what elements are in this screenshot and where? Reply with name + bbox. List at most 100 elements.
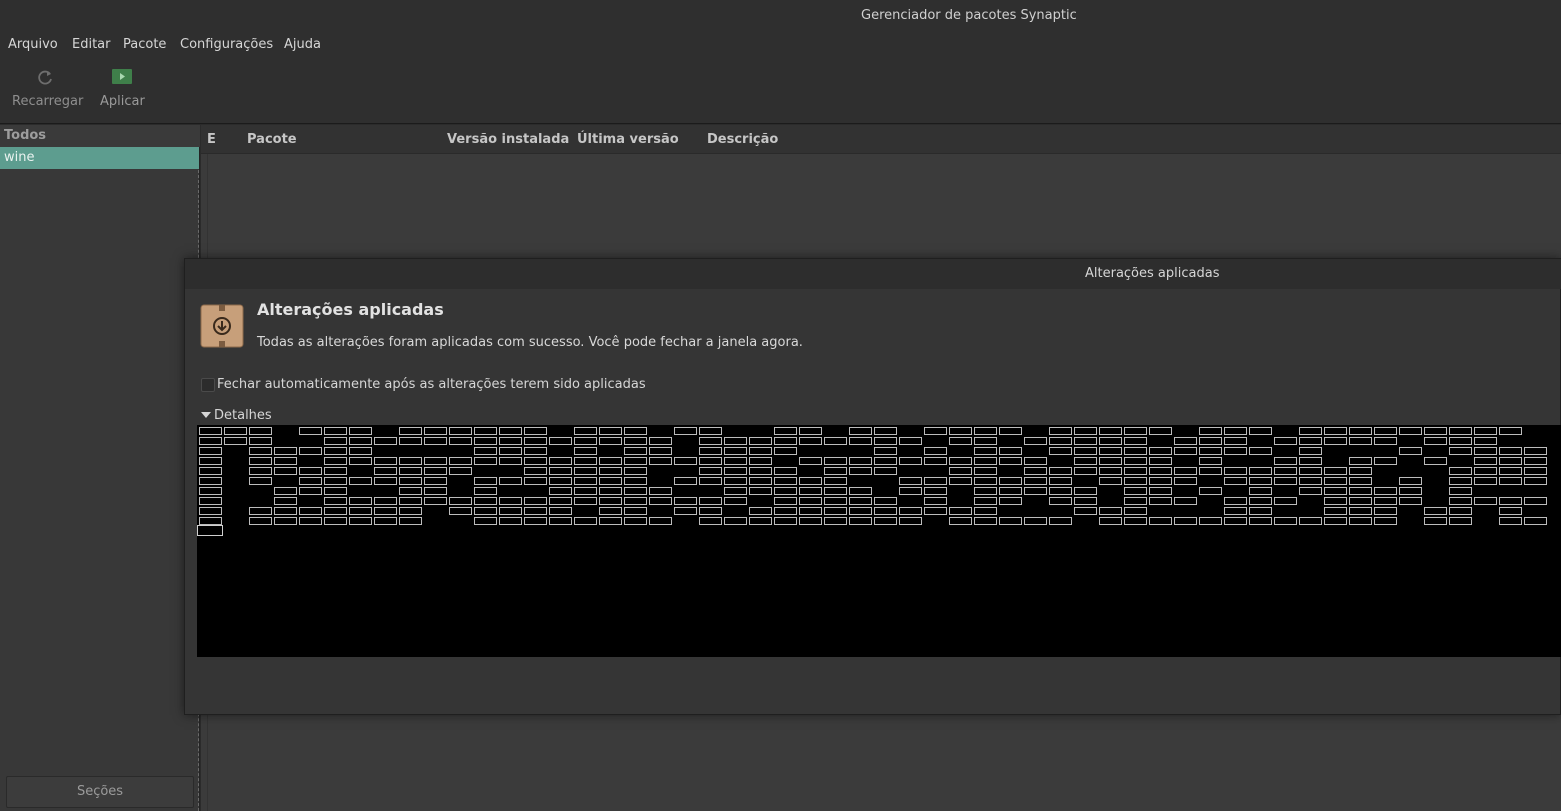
terminal-glyph: [1199, 467, 1222, 475]
terminal-glyph: [1249, 467, 1272, 475]
terminal-glyph: [699, 437, 722, 445]
terminal-glyph: [599, 487, 622, 495]
menu-configuracoes[interactable]: Configurações: [180, 37, 273, 52]
terminal-glyph: [1224, 447, 1247, 455]
auto-close-label[interactable]: Fechar automaticamente após as alteraçõe…: [217, 377, 646, 392]
terminal-glyph: [499, 427, 522, 435]
terminal-glyph: [1449, 497, 1472, 505]
terminal-glyph: [724, 497, 747, 505]
terminal-glyph: [274, 457, 297, 465]
terminal-glyph: [949, 467, 972, 475]
details-expander[interactable]: Detalhes: [201, 408, 272, 423]
terminal-glyph: [1149, 457, 1172, 465]
terminal-glyph: [1499, 497, 1522, 505]
terminal-glyph: [774, 477, 797, 485]
terminal-glyph: [824, 487, 847, 495]
terminal-glyph: [1324, 507, 1347, 515]
terminal-glyph: [549, 507, 572, 515]
terminal-glyph: [1349, 457, 1372, 465]
sidebar-item-wine[interactable]: wine: [0, 147, 199, 169]
dialog-message: Todas as alterações foram aplicadas com …: [257, 335, 803, 350]
terminal-glyph: [1049, 427, 1072, 435]
terminal-glyph: [724, 437, 747, 445]
terminal-glyph: [1324, 487, 1347, 495]
terminal-glyph: [624, 437, 647, 445]
terminal-glyph: [1174, 497, 1197, 505]
terminal-glyph: [1124, 427, 1147, 435]
terminal-glyph: [824, 517, 847, 525]
terminal-glyph: [199, 437, 222, 445]
terminal-glyph: [349, 477, 372, 485]
terminal-glyph: [1349, 467, 1372, 475]
terminal-glyph: [1124, 497, 1147, 505]
terminal-glyph: [1074, 447, 1097, 455]
terminal-glyph: [799, 507, 822, 515]
column-status[interactable]: E: [207, 132, 216, 147]
terminal-glyph: [474, 427, 497, 435]
terminal-glyph: [924, 477, 947, 485]
terminal-glyph: [1149, 427, 1172, 435]
terminal-glyph: [1124, 517, 1147, 525]
terminal-glyph: [974, 487, 997, 495]
apply-button[interactable]: Aplicar: [100, 66, 145, 109]
terminal-glyph: [974, 477, 997, 485]
details-terminal[interactable]: [197, 425, 1561, 657]
terminal-glyph: [599, 427, 622, 435]
terminal-glyph: [349, 457, 372, 465]
terminal-glyph: [649, 497, 672, 505]
terminal-glyph: [599, 497, 622, 505]
terminal-glyph: [1024, 487, 1047, 495]
terminal-glyph: [474, 507, 497, 515]
sections-button[interactable]: Seções: [6, 776, 194, 808]
terminal-glyph: [1374, 507, 1397, 515]
terminal-glyph: [1474, 447, 1497, 455]
terminal-glyph: [1374, 497, 1397, 505]
terminal-glyph: [724, 447, 747, 455]
sidebar-header[interactable]: Todos: [0, 125, 200, 147]
terminal-glyph: [924, 497, 947, 505]
terminal-glyph: [1099, 517, 1122, 525]
terminal-glyph: [249, 477, 272, 485]
reload-button[interactable]: Recarregar: [12, 66, 83, 109]
column-installed-version[interactable]: Versão instalada: [447, 132, 569, 147]
terminal-glyph: [1324, 497, 1347, 505]
terminal-glyph: [1224, 507, 1247, 515]
terminal-glyph: [1499, 457, 1522, 465]
column-latest-version[interactable]: Última versão: [577, 132, 679, 147]
terminal-glyph: [1149, 517, 1172, 525]
terminal-glyph: [549, 467, 572, 475]
terminal-glyph: [474, 447, 497, 455]
terminal-glyph: [799, 517, 822, 525]
menubar: Arquivo Editar Pacote Configurações Ajud…: [0, 30, 1561, 58]
terminal-glyph: [899, 457, 922, 465]
terminal-glyph: [1374, 457, 1397, 465]
terminal-glyph: [1499, 447, 1522, 455]
terminal-glyph: [499, 507, 522, 515]
terminal-glyph: [899, 517, 922, 525]
menu-editar[interactable]: Editar: [72, 37, 111, 52]
menu-arquivo[interactable]: Arquivo: [8, 37, 58, 52]
terminal-glyph: [1449, 427, 1472, 435]
terminal-glyph: [899, 507, 922, 515]
terminal-glyph: [1424, 427, 1447, 435]
terminal-glyph: [1274, 477, 1297, 485]
terminal-glyph: [1124, 437, 1147, 445]
menu-ajuda[interactable]: Ajuda: [284, 37, 321, 52]
terminal-glyph: [1199, 427, 1222, 435]
terminal-glyph: [374, 477, 397, 485]
terminal-glyph: [799, 497, 822, 505]
column-description[interactable]: Descrição: [707, 132, 778, 147]
terminal-glyph: [1099, 507, 1122, 515]
auto-close-checkbox[interactable]: [201, 378, 215, 392]
menu-pacote[interactable]: Pacote: [123, 37, 166, 52]
terminal-glyph: [274, 507, 297, 515]
terminal-glyph: [274, 497, 297, 505]
terminal-glyph: [999, 487, 1022, 495]
terminal-glyph: [1449, 447, 1472, 455]
column-package[interactable]: Pacote: [247, 132, 297, 147]
terminal-glyph: [324, 517, 347, 525]
terminal-glyph: [199, 447, 222, 455]
terminal-glyph: [1149, 477, 1172, 485]
terminal-glyph: [649, 437, 672, 445]
terminal-glyph: [374, 437, 397, 445]
